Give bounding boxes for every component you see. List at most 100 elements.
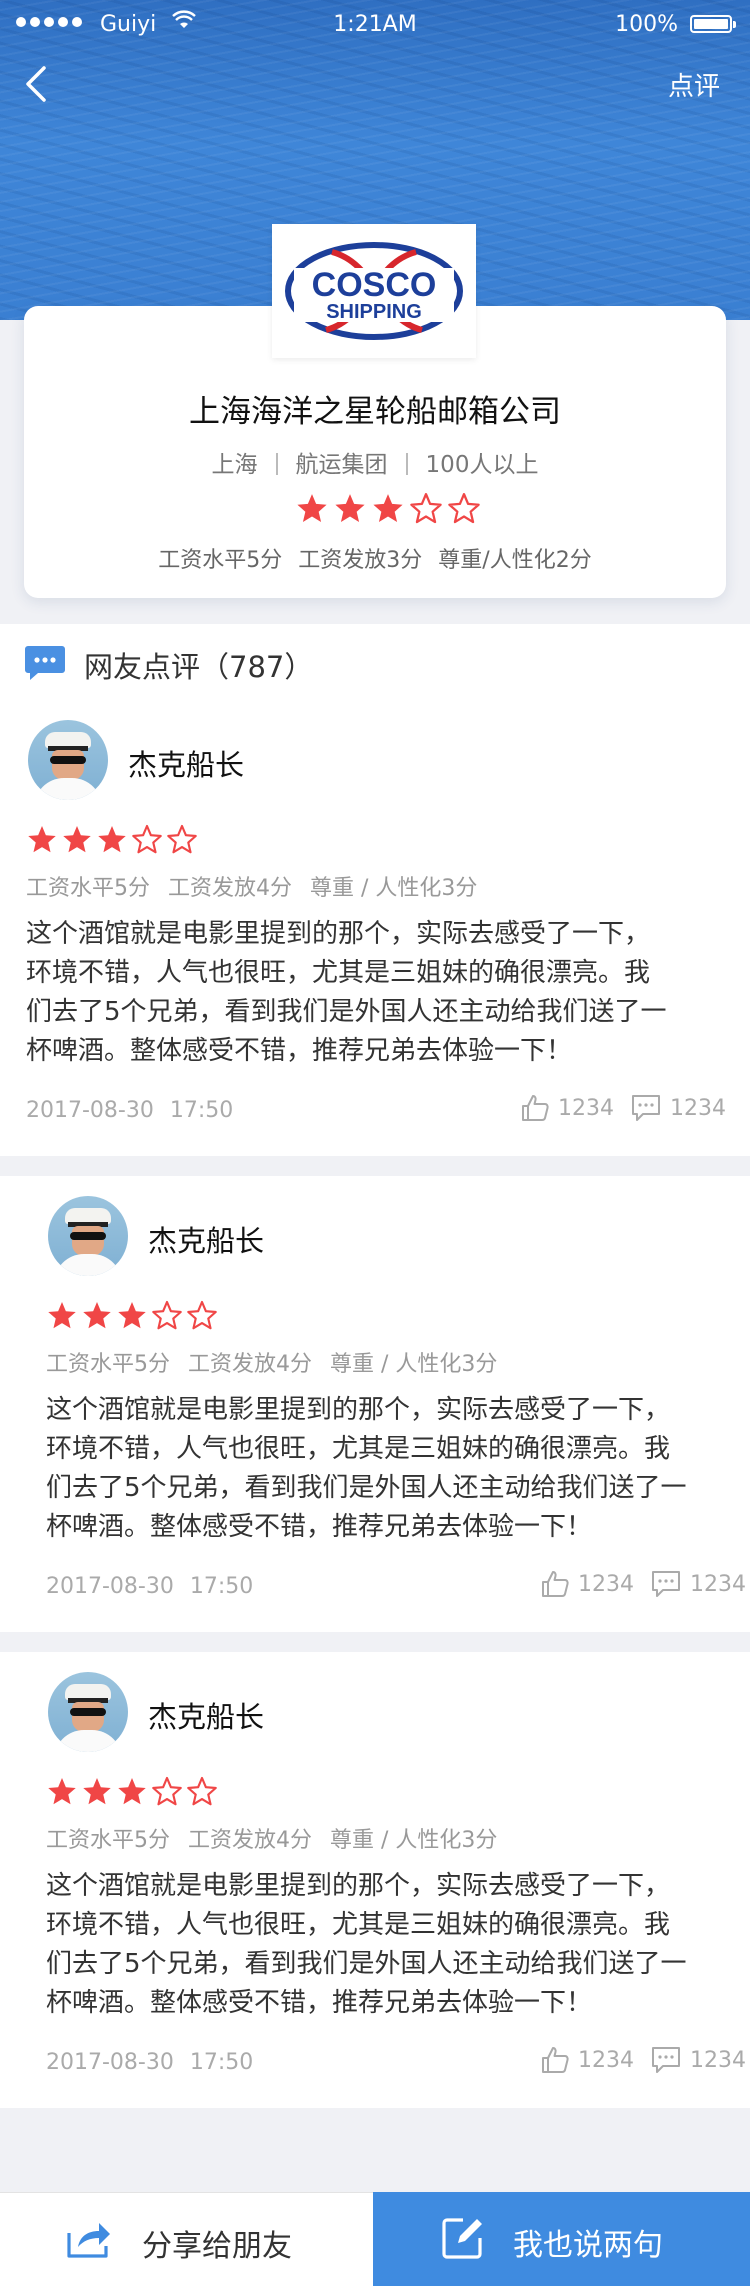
avatar[interactable] [48, 1196, 128, 1276]
bottom-action-bar: 分享给朋友 我也说两句 [0, 2192, 750, 2286]
reviewer-name[interactable]: 杰克船长 [128, 742, 244, 784]
review-rating-stars [46, 1776, 218, 1808]
review-scores: 工资水平5分 工资发放4分 尊重 / 人性化3分 [26, 870, 495, 902]
review-score-respect: 尊重 / 人性化3分 [330, 1828, 498, 1853]
company-score-respect: 尊重/人性化2分 [438, 548, 592, 573]
back-button[interactable] [18, 62, 58, 106]
battery-icon [690, 15, 736, 33]
comment-button[interactable]: 1234 [630, 1093, 726, 1123]
review-rating-stars [46, 1300, 218, 1332]
reviews-section-header: 网友点评（787） [0, 624, 750, 701]
write-review-button[interactable]: 我也说两句 [373, 2192, 750, 2286]
thumbs-up-icon [522, 1095, 549, 1121]
divider [275, 453, 278, 475]
star-icon [83, 1778, 111, 1805]
review-score-respect: 尊重 / 人性化3分 [310, 876, 478, 901]
review-text-line: 杯啤酒。整体感受不错，推荐兄弟去体验一下！ [26, 1036, 573, 1066]
star-icon [152, 1776, 182, 1806]
company-score-salary-payment: 工资发放3分 [298, 548, 423, 573]
review-score-salary-level: 工资水平5分 [46, 1828, 170, 1853]
review-card: 杰克船长 工资水平5分 工资发放4分 尊重 / 人性化3分 这个酒馆就是电影里提到的… [0, 1652, 750, 2108]
star-icon [152, 1300, 182, 1330]
company-logo: COSCO SHIPPING [272, 224, 476, 358]
review-text-line: 们去了5个兄弟，看到我们是外国人还主动给我们送了一 [46, 1473, 687, 1503]
back-arrow-icon [26, 66, 46, 102]
review-card: 杰克船长 工资水平5分 工资发放4分 尊重 / 人性化3分 这个酒馆就是电影里提到的… [0, 1176, 750, 1632]
comment-icon [652, 1571, 680, 1597]
star-icon [410, 492, 442, 524]
comment-icon [632, 1095, 660, 1121]
review-rating-stars [26, 824, 198, 856]
edit-icon [442, 2218, 482, 2259]
star-icon [118, 1302, 146, 1329]
review-text-line: 这个酒馆就是电影里提到的那个，实际去感受了一下， [26, 919, 651, 949]
reviewer-name[interactable]: 杰克船长 [148, 1218, 264, 1260]
company-name: 上海海洋之星轮船邮箱公司 [189, 394, 561, 430]
review-text-line: 环境不错，人气也很旺，尤其是三姐妹的确很漂亮。我 [46, 1434, 671, 1464]
star-icon [48, 1302, 76, 1329]
review-text: 这个酒馆就是电影里提到的那个，实际去感受了一下， 环境不错，人气也很旺，尤其是三… [26, 915, 746, 1071]
status-bar: Guiyi 1:21AM 100% [0, 0, 750, 50]
like-count: 1234 [578, 1571, 634, 1597]
review-time: 17:50 [189, 1574, 254, 1599]
thumbs-up-icon [542, 1571, 569, 1597]
company-rating-stars [295, 492, 481, 526]
company-industry: 航运集团 [295, 452, 388, 478]
divider [405, 453, 408, 475]
review-date: 2017-08-30 [26, 1098, 154, 1123]
chat-bubble-icon [25, 646, 65, 680]
share-icon [67, 2223, 110, 2258]
reviewer-name[interactable]: 杰克船长 [148, 1694, 264, 1736]
review-text-line: 这个酒馆就是电影里提到的那个，实际去感受了一下， [46, 1395, 671, 1425]
review-score-salary-level: 工资水平5分 [46, 1352, 170, 1377]
like-button[interactable]: 1234 [520, 1093, 614, 1123]
star-icon [63, 826, 91, 853]
star-icon [297, 494, 327, 523]
avatar[interactable] [28, 720, 108, 800]
review-text-line: 杯啤酒。整体感受不错，推荐兄弟去体验一下！ [46, 1988, 593, 2018]
like-button[interactable]: 1234 [540, 2045, 634, 2075]
company-scores: 工资水平5分 工资发放3分 尊重/人性化2分 [24, 542, 726, 574]
review-timestamp: 2017-08-30 17:50 [46, 2050, 269, 2075]
star-icon [132, 824, 162, 854]
review-text: 这个酒馆就是电影里提到的那个，实际去感受了一下， 环境不错，人气也很旺，尤其是三… [46, 1867, 750, 2023]
review-action-button[interactable]: 点评 [668, 66, 720, 103]
review-scores: 工资水平5分 工资发放4分 尊重 / 人性化3分 [46, 1346, 515, 1378]
review-score-salary-payment: 工资发放4分 [188, 1828, 312, 1853]
review-scores: 工资水平5分 工资发放4分 尊重 / 人性化3分 [46, 1822, 515, 1854]
review-time: 17:50 [169, 1098, 234, 1123]
avatar[interactable] [48, 1672, 128, 1752]
comment-button[interactable]: 1234 [650, 1569, 746, 1599]
like-count: 1234 [558, 1095, 614, 1121]
star-icon [335, 494, 365, 523]
comment-button[interactable]: 1234 [650, 2045, 746, 2075]
star-icon [28, 826, 56, 853]
review-text: 这个酒馆就是电影里提到的那个，实际去感受了一下， 环境不错，人气也很旺，尤其是三… [46, 1391, 750, 1547]
review-text-line: 环境不错，人气也很旺，尤其是三姐妹的确很漂亮。我 [26, 958, 651, 988]
share-button-label: 分享给朋友 [142, 2229, 292, 2264]
like-button[interactable]: 1234 [540, 1569, 634, 1599]
review-timestamp: 2017-08-30 17:50 [26, 1098, 249, 1123]
star-icon [448, 492, 480, 524]
review-card: 杰克船长 工资水平5分 工资发放4分 尊重 / 人性化3分 这个酒馆就是电影里提到的… [0, 700, 750, 1156]
star-icon [187, 1300, 217, 1330]
review-score-respect: 尊重 / 人性化3分 [330, 1352, 498, 1377]
star-icon [118, 1778, 146, 1805]
comment-count: 1234 [670, 1095, 726, 1121]
like-count: 1234 [578, 2047, 634, 2073]
star-icon [373, 494, 403, 523]
star-icon [167, 824, 197, 854]
review-text-line: 们去了5个兄弟，看到我们是外国人还主动给我们送了一 [26, 997, 667, 1027]
star-icon [187, 1776, 217, 1806]
star-icon [98, 826, 126, 853]
review-score-salary-payment: 工资发放4分 [188, 1352, 312, 1377]
reviews-section-title: 网友点评（787） [84, 650, 314, 684]
share-button[interactable]: 分享给朋友 [0, 2192, 373, 2286]
svg-text:SHIPPING: SHIPPING [326, 301, 422, 323]
review-time: 17:50 [189, 2050, 254, 2075]
company-city: 上海 [211, 452, 258, 478]
review-text-line: 们去了5个兄弟，看到我们是外国人还主动给我们送了一 [46, 1949, 687, 1979]
review-text-line: 环境不错，人气也很旺，尤其是三姐妹的确很漂亮。我 [46, 1910, 671, 1940]
battery-percent: 100% [615, 12, 678, 37]
review-score-salary-level: 工资水平5分 [26, 876, 150, 901]
